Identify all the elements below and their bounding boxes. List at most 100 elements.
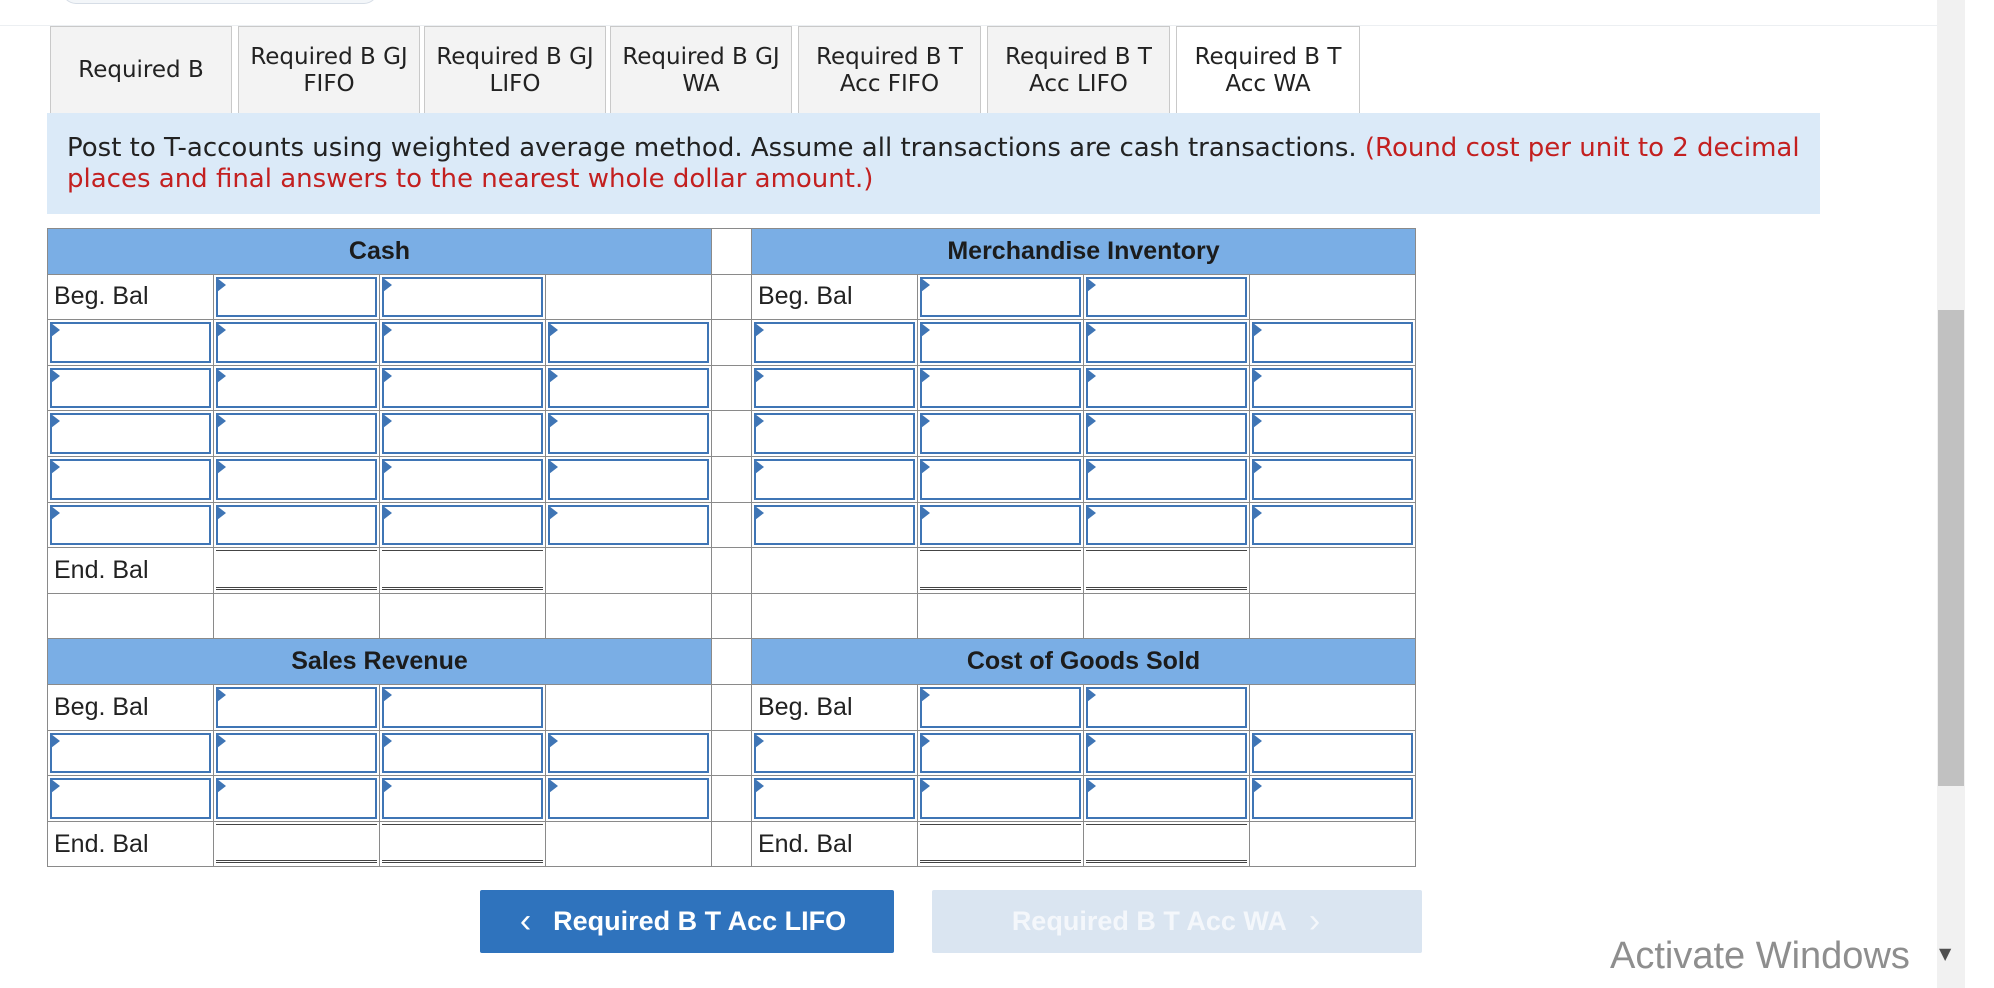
entry-input[interactable] xyxy=(920,322,1081,363)
entry-input[interactable] xyxy=(754,413,915,454)
entry-input[interactable] xyxy=(50,504,211,546)
entry-input[interactable] xyxy=(754,367,915,409)
entry-input[interactable] xyxy=(754,732,915,774)
entry-input[interactable] xyxy=(1252,367,1413,409)
tab-required-b-gj-wa[interactable]: Required B GJ WA xyxy=(610,26,792,114)
entry-input[interactable] xyxy=(382,276,543,318)
entry-input[interactable] xyxy=(548,504,709,546)
entry-input[interactable] xyxy=(382,504,543,546)
entry-input[interactable] xyxy=(216,458,377,500)
blank-cell xyxy=(751,547,918,594)
entry-input[interactable] xyxy=(1252,458,1413,500)
entry-input[interactable] xyxy=(1252,322,1413,363)
balance-total-box[interactable] xyxy=(1086,550,1247,590)
entry-input[interactable] xyxy=(382,367,543,409)
balance-total-box[interactable] xyxy=(1086,823,1247,864)
entry-input[interactable] xyxy=(216,322,377,363)
balance-total-box[interactable] xyxy=(382,823,543,864)
balance-total-box[interactable] xyxy=(920,823,1081,864)
entry-input[interactable] xyxy=(920,367,1081,409)
entry-input[interactable] xyxy=(1086,504,1247,546)
entry-input[interactable] xyxy=(920,458,1081,500)
entry-input[interactable] xyxy=(382,458,543,500)
entry-input[interactable] xyxy=(1086,413,1247,454)
entry-input[interactable] xyxy=(920,413,1081,454)
entry-input[interactable] xyxy=(1086,367,1247,409)
entry-cell xyxy=(213,410,380,457)
entry-input[interactable] xyxy=(548,367,709,409)
balance-cell xyxy=(1083,547,1250,594)
balance-cell xyxy=(379,820,546,868)
scrollbar-thumb[interactable] xyxy=(1938,310,1964,786)
balance-cell xyxy=(917,820,1084,868)
entry-input[interactable] xyxy=(1086,778,1247,819)
entry-input[interactable] xyxy=(920,732,1081,774)
balance-total-box[interactable] xyxy=(216,823,377,864)
entry-input[interactable] xyxy=(1086,322,1247,363)
tab-required-b-gj-lifo[interactable]: Required B GJ LIFO xyxy=(424,26,606,114)
tab-required-b-t-acc-fifo[interactable]: Required B T Acc FIFO xyxy=(798,26,981,114)
entry-input[interactable] xyxy=(548,322,709,363)
entry-input[interactable] xyxy=(754,504,915,546)
entry-input[interactable] xyxy=(50,367,211,409)
entry-input[interactable] xyxy=(50,732,211,774)
entry-input[interactable] xyxy=(1252,732,1413,774)
entry-input[interactable] xyxy=(216,276,377,318)
entry-input[interactable] xyxy=(50,322,211,363)
entry-input[interactable] xyxy=(920,504,1081,546)
entry-input[interactable] xyxy=(382,686,543,728)
entry-input[interactable] xyxy=(216,413,377,454)
entry-input[interactable] xyxy=(216,778,377,819)
entry-input[interactable] xyxy=(548,413,709,454)
entry-cell xyxy=(545,410,712,457)
entry-input[interactable] xyxy=(754,458,915,500)
entry-input[interactable] xyxy=(920,276,1081,318)
entry-input[interactable] xyxy=(920,686,1081,728)
entry-input[interactable] xyxy=(1086,276,1247,318)
entry-input[interactable] xyxy=(50,413,211,454)
entry-input[interactable] xyxy=(548,732,709,774)
entry-input[interactable] xyxy=(1252,778,1413,819)
balance-total-box[interactable] xyxy=(920,550,1081,590)
entry-cell xyxy=(751,501,918,549)
entry-input[interactable] xyxy=(50,458,211,500)
entry-input[interactable] xyxy=(1252,504,1413,546)
balance-total-box[interactable] xyxy=(216,550,377,590)
balance-total-box[interactable] xyxy=(382,550,543,590)
entry-cell xyxy=(47,319,214,366)
entry-input[interactable] xyxy=(382,732,543,774)
blank-cell xyxy=(1249,273,1416,321)
entry-cell xyxy=(917,455,1084,503)
entry-input[interactable] xyxy=(1086,686,1247,728)
entry-input[interactable] xyxy=(216,504,377,546)
entry-input[interactable] xyxy=(1086,458,1247,500)
entry-cell xyxy=(213,273,380,321)
entry-input[interactable] xyxy=(216,686,377,728)
entry-input[interactable] xyxy=(1086,732,1247,774)
entry-input[interactable] xyxy=(382,413,543,454)
entry-input[interactable] xyxy=(382,322,543,363)
scroll-down-arrow-icon[interactable]: ▼ xyxy=(1939,944,1951,963)
entry-input[interactable] xyxy=(548,778,709,819)
tab-required-b-gj-fifo[interactable]: Required B GJ FIFO xyxy=(238,26,420,114)
next-tab-button[interactable]: Required B T Acc WA › xyxy=(932,890,1422,953)
tab-required-b-t-acc-wa[interactable]: Required B T Acc WA xyxy=(1176,26,1360,114)
entry-input[interactable] xyxy=(216,367,377,409)
entry-input[interactable] xyxy=(920,778,1081,819)
entry-input[interactable] xyxy=(216,732,377,774)
column-gap xyxy=(711,410,752,457)
entry-cell xyxy=(1249,729,1416,777)
previous-tab-button[interactable]: ‹ Required B T Acc LIFO xyxy=(480,890,894,953)
entry-input[interactable] xyxy=(382,778,543,819)
ending-balance-row: End. Bal End. Bal xyxy=(47,820,1416,868)
tab-required-b-t-acc-lifo[interactable]: Required B T Acc LIFO xyxy=(987,26,1170,114)
tab-required-b[interactable]: Required B xyxy=(50,26,232,114)
entry-input[interactable] xyxy=(548,458,709,500)
entry-input[interactable] xyxy=(1252,413,1413,454)
entry-input[interactable] xyxy=(754,778,915,819)
entry-input[interactable] xyxy=(754,322,915,363)
entry-cell xyxy=(545,364,712,412)
entry-cell xyxy=(917,683,1084,731)
entry-input[interactable] xyxy=(50,778,211,819)
entry-cell xyxy=(379,410,546,457)
